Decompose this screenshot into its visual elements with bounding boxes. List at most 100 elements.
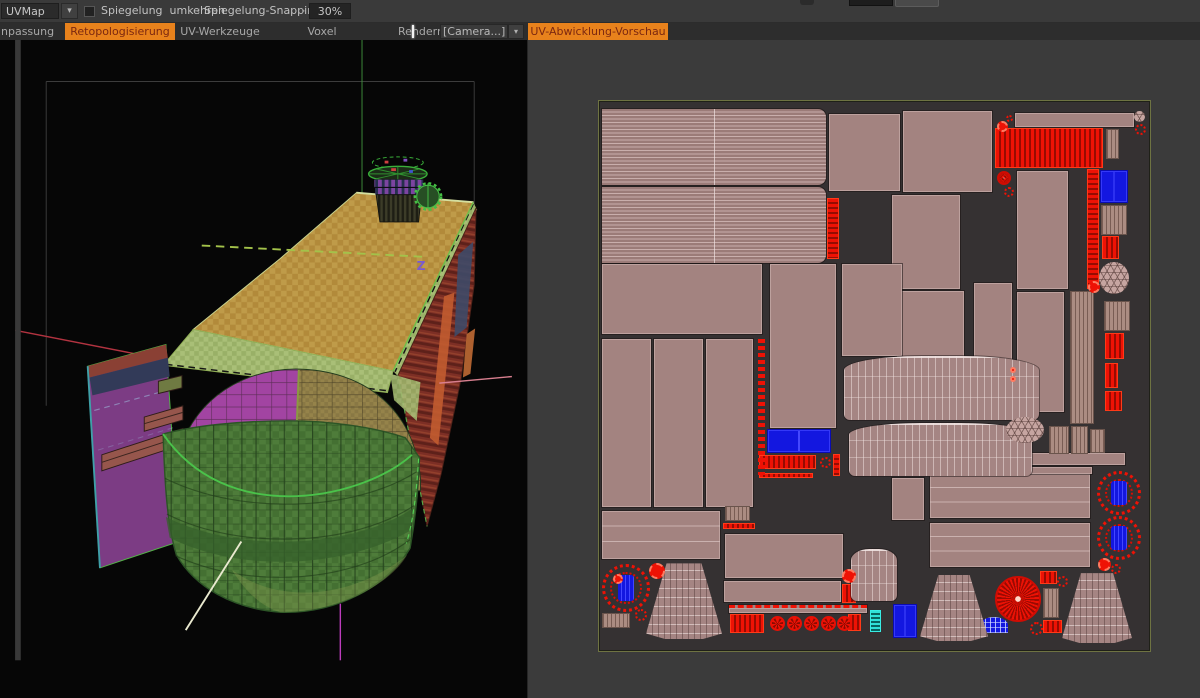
uv-island-rv [1040,571,1057,584]
uv-island-p [903,111,992,192]
uv-01-space [598,100,1151,652]
uv-island-p [725,534,843,578]
3d-scene-canvas[interactable]: Z [0,40,527,698]
uv-island-gear [613,574,623,584]
uv-island-arc [844,356,1039,420]
uv-island-spk [770,616,785,631]
uv-island-gear [1088,281,1100,293]
tab-uv-abwicklung-vorschau[interactable]: UV-Abwicklung-Vorschau [528,23,668,40]
uv-island-ball [1006,417,1044,443]
workspace: Z [0,40,1200,698]
uv-island-ring [1097,471,1141,515]
uv-island-p [974,283,1012,363]
uv-island-fan [920,575,988,641]
uv-island-tv [1106,129,1119,159]
uv-island-gear [1098,558,1111,571]
uv-island-pr [729,605,867,613]
toolbar: UVMap ▾ Spiegelung umkehren ‹ Spiegelung… [0,0,1200,23]
uv-island-rv [1102,236,1119,259]
uv-island-rv [759,473,813,478]
uv-island-fan [1062,573,1132,643]
uv-island-tv [1090,429,1105,453]
viewport-3d[interactable]: Z [0,40,527,698]
tab-voxel[interactable]: Voxel [294,23,350,40]
uv-island-h [602,187,826,263]
uv-island-dot [1006,115,1013,122]
viewport-left-gutter [15,40,21,661]
uv-island-tv [602,613,630,628]
mirror-invert-checkbox[interactable] [84,6,95,17]
z-axis-label: Z [417,259,426,273]
uvmap-select[interactable]: UVMap [1,3,59,19]
uv-island-ball [1134,111,1145,122]
uv-island-dot [1057,576,1068,587]
uv-island-ring [1097,516,1141,560]
uv-island-p [706,339,753,507]
uv-island-rv [1105,363,1118,388]
uv-island-pl [930,474,1090,518]
uv-island-tv [1049,426,1069,454]
render-camera-select[interactable]: [Camera...] [440,24,508,39]
uv-island-p [829,114,900,191]
uv-island-rh [827,198,839,259]
uv-island-gear [842,569,856,583]
uv-island-dot [1030,622,1043,635]
uv-island-spk [837,616,852,631]
uvmap-dropdown-arrow-icon[interactable]: ▾ [61,3,78,19]
uv-island-p [842,264,902,356]
uv-island-h [602,109,826,185]
tab-retopologisierung[interactable]: Retopologisierung [65,23,175,40]
uv-island-cy [870,610,881,632]
uv-island-pl [602,511,720,559]
uv-island-spk [787,616,802,631]
uv-island-tv [725,506,750,521]
uv-island-spk [804,616,819,631]
uv-island-ball [1099,262,1129,294]
uv-island-p [897,291,964,364]
uv-island-rh [1087,169,1099,289]
mouse-text-cursor [412,25,414,38]
uv-island-b [893,604,917,638]
uv-island-tv [1101,205,1127,235]
uv-island-p [724,581,841,602]
snapping-increment-icon[interactable]: › [301,4,305,17]
uv-island-dot [820,457,831,468]
uv-island-p [654,339,703,507]
uv-island-gear [649,563,665,579]
uv-island-dot [1111,564,1121,574]
uv-island-dot [1135,124,1146,135]
uv-island-rv [759,455,816,469]
uv-island-p [770,264,836,428]
uv-island-rv [1043,620,1062,633]
uv-island-rv [730,614,764,633]
uv-island-gear [1010,376,1016,382]
mirror-snapping-value[interactable]: 30% [309,3,351,19]
uv-island-ring [602,564,650,612]
uv-island-gear [997,121,1008,132]
clipped-widget [800,0,814,5]
uv-island-p [1015,113,1134,127]
uv-island-disc [995,576,1041,622]
uv-island-b [1100,170,1128,203]
uv-island-p [892,478,924,520]
uv-island-spk [821,616,836,631]
uv-island-p [892,195,960,289]
uv-island-rh [833,454,840,476]
uv-island-p [1017,171,1068,289]
uv-island-rv [995,128,1103,168]
tab-anpassung[interactable]: npassung [0,23,63,40]
camera-dropdown-arrow-icon[interactable]: ▾ [508,24,524,39]
uv-island-p [602,264,762,334]
snapping-decrement-icon[interactable]: ‹ [196,4,200,17]
uv-island-tv [1070,291,1094,424]
uv-island-rv [723,523,755,529]
uv-island-tv [1071,426,1088,454]
uv-island-p [602,339,651,507]
tab-uv-werkzeuge[interactable]: UV-Werkzeuge [178,23,262,40]
uv-island-dot [635,609,647,621]
uv-island-arc [849,423,1032,476]
uv-island-rv [1105,333,1124,359]
cylinder-base [162,420,421,614]
uv-island-rd [758,339,765,475]
uv-island-b [767,429,831,453]
